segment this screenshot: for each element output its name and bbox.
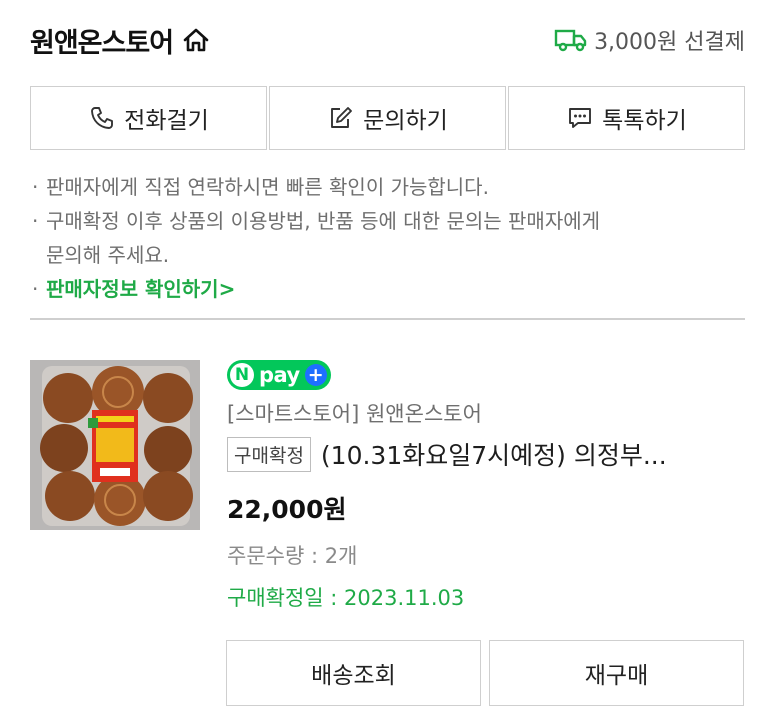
chevron-right-icon: > bbox=[218, 277, 236, 301]
notice-line-2a: 구매확정 이후 상품의 이용방법, 반품 등에 대한 문의는 판매자에게 bbox=[46, 209, 601, 233]
product-title[interactable]: (10.31화요일7시예정) 의정부... bbox=[321, 436, 667, 472]
notice-item: · 판매자에게 직접 연락하시면 빠른 확인이 가능합니다. bbox=[32, 170, 747, 204]
call-button[interactable]: 전화걸기 bbox=[30, 86, 267, 150]
inquiry-button[interactable]: 문의하기 bbox=[269, 86, 506, 150]
product-thumbnail[interactable] bbox=[30, 360, 200, 530]
product-store-line[interactable]: [스마트스토어] 원앤온스토어 bbox=[227, 398, 482, 428]
notice-line-2b: 문의해 주세요. bbox=[46, 243, 170, 267]
inquiry-label: 문의하기 bbox=[363, 108, 448, 134]
plus-icon: + bbox=[304, 364, 327, 386]
seller-info-link[interactable]: 판매자정보 확인하기> bbox=[46, 272, 235, 306]
product-title-row[interactable]: 구매확정 (10.31화요일7시예정) 의정부... bbox=[227, 436, 747, 472]
seller-notice: · 판매자에게 직접 연락하시면 빠른 확인이 가능합니다. · 구매확정 이후… bbox=[32, 170, 747, 306]
phone-icon bbox=[88, 104, 116, 132]
seller-info-link-label: 판매자정보 확인하기 bbox=[46, 277, 219, 301]
talk-label: 톡톡하기 bbox=[602, 108, 687, 134]
notice-item: · 구매확정 이후 상품의 이용방법, 반품 등에 대한 문의는 판매자에게 문… bbox=[32, 204, 747, 272]
track-delivery-button[interactable]: 배송조회 bbox=[226, 640, 481, 706]
talk-button[interactable]: 톡톡하기 bbox=[508, 86, 745, 150]
call-label: 전화걸기 bbox=[124, 108, 209, 134]
shipping-text: 3,000원 선결제 bbox=[594, 30, 745, 55]
chat-icon bbox=[566, 104, 594, 132]
notice-item: · 판매자정보 확인하기> bbox=[32, 272, 747, 306]
order-quantity: 주문수량 : 2개 bbox=[227, 544, 358, 568]
section-divider bbox=[30, 318, 745, 320]
store-name[interactable]: 원앤온스토어 bbox=[30, 21, 174, 60]
npay-label: pay bbox=[259, 363, 300, 387]
notice-line-1: 판매자에게 직접 연락하시면 빠른 확인이 가능합니다. bbox=[46, 175, 489, 199]
shipping-info: 3,000원 선결제 bbox=[554, 24, 745, 56]
order-actions: 배송조회 재구매 bbox=[226, 640, 744, 706]
truck-icon bbox=[554, 27, 588, 53]
npay-n-logo: N bbox=[230, 363, 254, 387]
store-title-group[interactable]: 원앤온스토어 bbox=[30, 21, 211, 60]
home-icon[interactable] bbox=[181, 25, 211, 55]
reorder-button[interactable]: 재구매 bbox=[489, 640, 744, 706]
store-header: 원앤온스토어 3,000원 선결제 bbox=[30, 18, 745, 62]
npay-plus-badge: N pay + bbox=[227, 360, 331, 390]
notice-line-2: 구매확정 이후 상품의 이용방법, 반품 등에 대한 문의는 판매자에게 문의해… bbox=[46, 204, 600, 272]
purchase-confirm-date: 구매확정일 : 2023.11.03 bbox=[227, 586, 465, 610]
product-price: 22,000원 bbox=[227, 495, 347, 524]
contact-actions: 전화걸기 문의하기 톡톡하기 bbox=[30, 86, 745, 150]
status-badge: 구매확정 bbox=[227, 436, 311, 472]
edit-icon bbox=[327, 104, 355, 132]
